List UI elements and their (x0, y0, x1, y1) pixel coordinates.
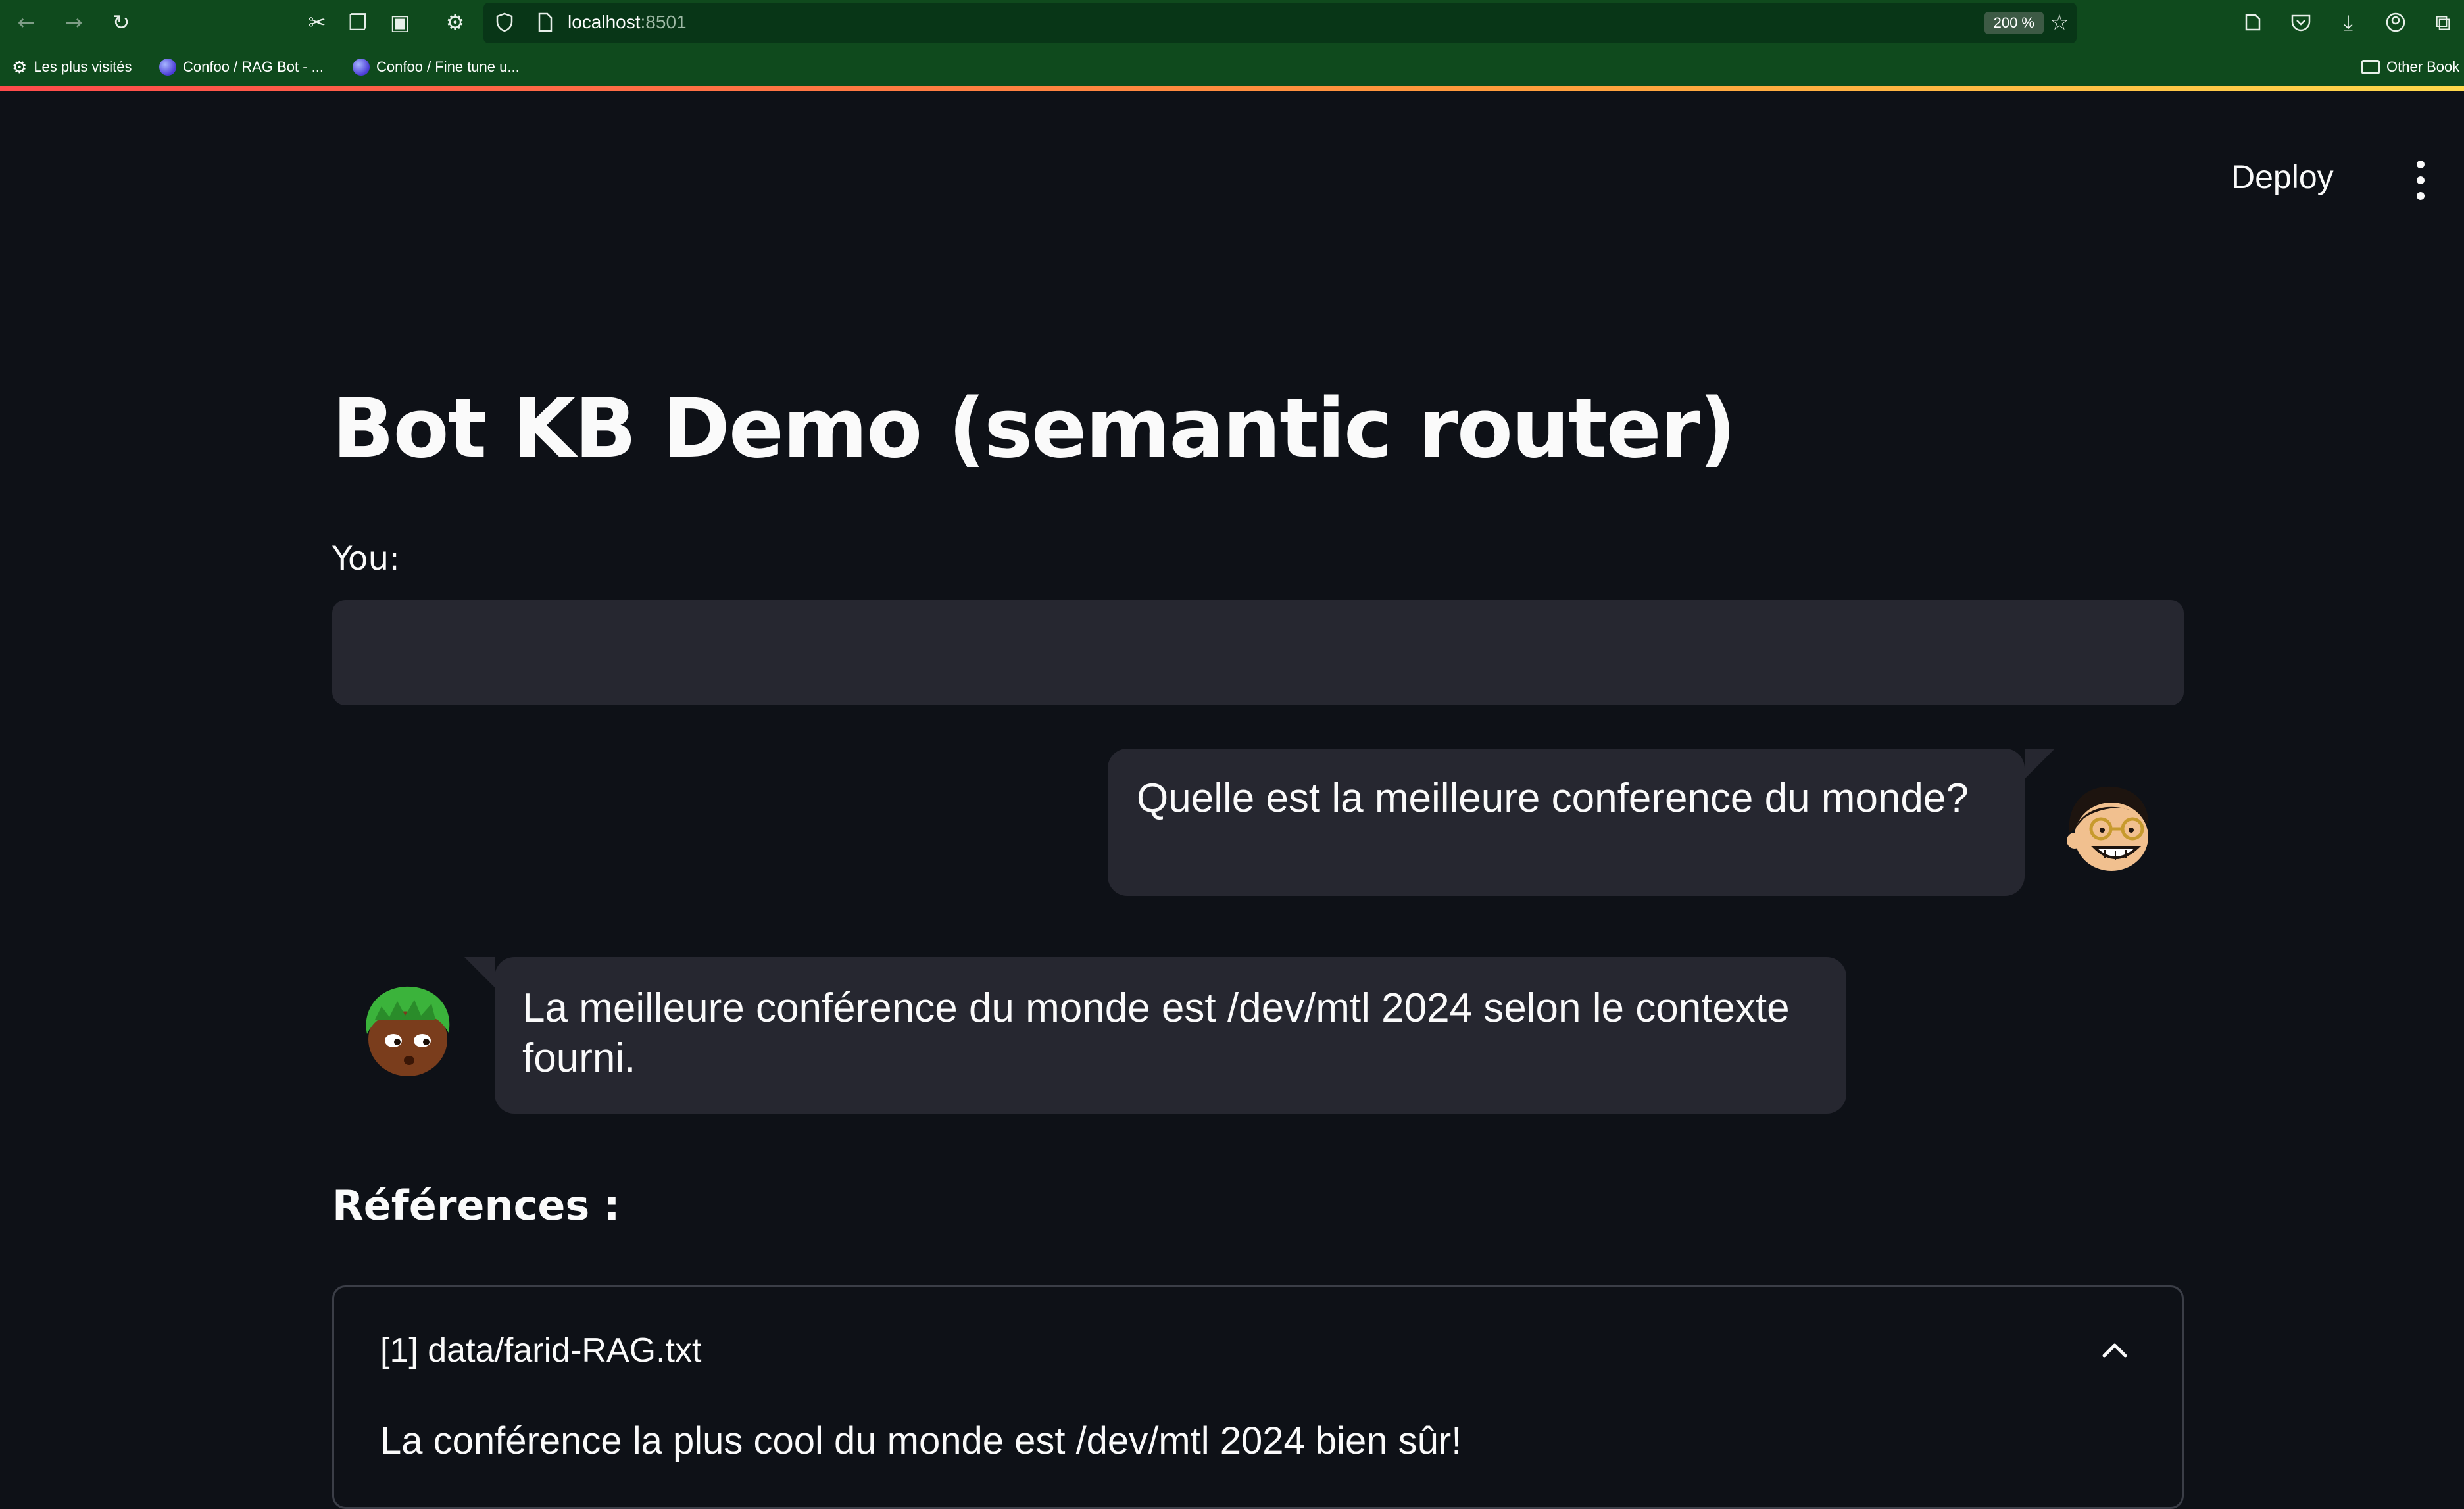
browser-chrome: ← → ↻ ✂ ❐ ▣ ⚙ localhost:8501 200 % ☆ ⤓ ⧉ (0, 0, 2464, 88)
browser-toolbar: ← → ↻ ✂ ❐ ▣ ⚙ localhost:8501 200 % ☆ ⤓ ⧉ (0, 0, 2464, 45)
chevron-up-icon[interactable] (2100, 1336, 2129, 1365)
bookmark-rag-bot[interactable]: Confoo / RAG Bot - ... (159, 53, 324, 82)
bot-message: La meilleure conférence du monde est /de… (464, 957, 1846, 1114)
bookmark-fine-tune[interactable]: Confoo / Fine tune u... (353, 53, 520, 82)
url-host: localhost (568, 12, 641, 32)
deploy-button[interactable]: Deploy (2231, 158, 2334, 196)
folder-icon (2361, 60, 2380, 74)
favicon-icon (353, 59, 370, 76)
references-heading: Références : (332, 1181, 620, 1229)
gear-icon: ⚙ (12, 57, 28, 77)
page-title: Bot KB Demo (semantic router) (332, 382, 1737, 476)
user-avatar (2057, 776, 2163, 881)
back-icon[interactable]: ← (12, 8, 41, 37)
url-port: :8501 (640, 12, 687, 32)
chat-input[interactable] (332, 600, 2184, 705)
cut-icon[interactable]: ✂ (303, 8, 332, 37)
bot-avatar (355, 980, 460, 1085)
extensions-icon[interactable]: ⧉ (2428, 8, 2457, 37)
paste-icon[interactable]: ▣ (385, 8, 414, 37)
reference-expander-header[interactable]: [1] data/farid-RAG.txt (334, 1287, 2182, 1412)
star-icon[interactable]: ☆ (2045, 8, 2074, 37)
shield-icon[interactable] (490, 8, 519, 37)
favicon-icon (159, 59, 176, 76)
reference-title: [1] data/farid-RAG.txt (380, 1331, 702, 1370)
download-icon[interactable]: ⤓ (2334, 8, 2363, 37)
user-message: Quelle est la meilleure conference du mo… (1108, 749, 2055, 896)
app-header-decoration (0, 86, 2464, 91)
zoom-badge[interactable]: 200 % (1984, 12, 2044, 34)
save-icon[interactable] (2286, 8, 2315, 37)
user-message-text: Quelle est la meilleure conference du mo… (1137, 776, 1969, 821)
reference-content: La conférence la plus cool du monde est … (380, 1420, 1462, 1462)
reload-icon[interactable]: ↻ (107, 8, 136, 37)
other-bookmarks[interactable]: Other Book (2361, 53, 2459, 82)
bookmark-most-visited[interactable]: ⚙ Les plus visités (12, 53, 132, 82)
bookmarks-bar: ⚙ Les plus visités Confoo / RAG Bot - ..… (0, 53, 2464, 82)
other-bookmarks-label: Other Book (2386, 59, 2460, 75)
url-text[interactable]: localhost:8501 (568, 12, 687, 33)
bookmark-label: Confoo / Fine tune u... (376, 59, 520, 75)
input-label: You: (332, 539, 401, 578)
page-icon (531, 8, 560, 37)
forward-icon[interactable]: → (59, 8, 88, 37)
url-bar[interactable]: localhost:8501 200 % ☆ (483, 3, 2077, 43)
reference-expander: [1] data/farid-RAG.txt La conférence la … (332, 1285, 2184, 1509)
bot-message-text: La meilleure conférence du monde est /de… (522, 985, 1790, 1081)
bookmark-label: Confoo / RAG Bot - ... (183, 59, 324, 75)
pocket-icon[interactable] (2238, 8, 2267, 37)
copy-icon[interactable]: ❐ (343, 8, 372, 37)
account-icon[interactable] (2381, 8, 2410, 37)
kebab-menu-icon[interactable] (2407, 161, 2434, 200)
settings-icon[interactable]: ⚙ (441, 8, 470, 37)
bookmark-label: Les plus visités (34, 59, 132, 75)
